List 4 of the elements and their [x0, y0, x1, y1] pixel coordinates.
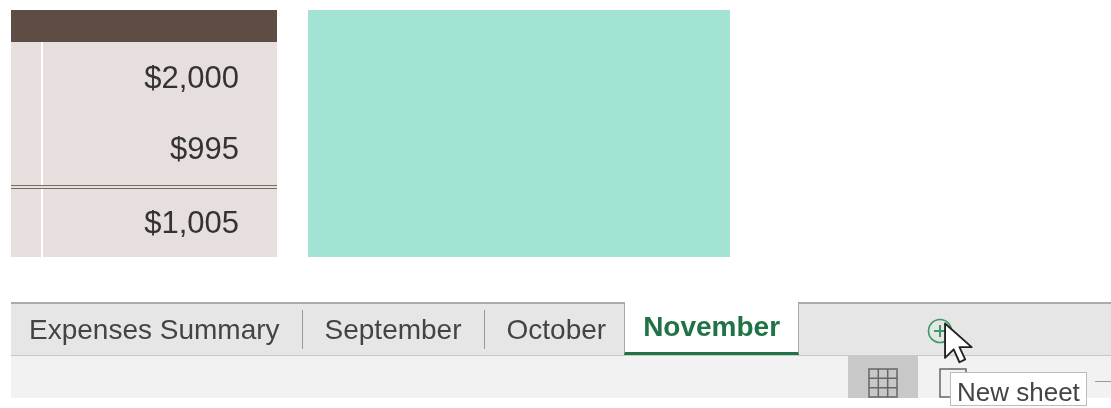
tooltip: New sheet	[950, 372, 1087, 406]
amount-cell: $1,005	[144, 205, 239, 242]
amount-cell: $995	[170, 131, 239, 168]
amount-cell: $2,000	[144, 59, 239, 96]
